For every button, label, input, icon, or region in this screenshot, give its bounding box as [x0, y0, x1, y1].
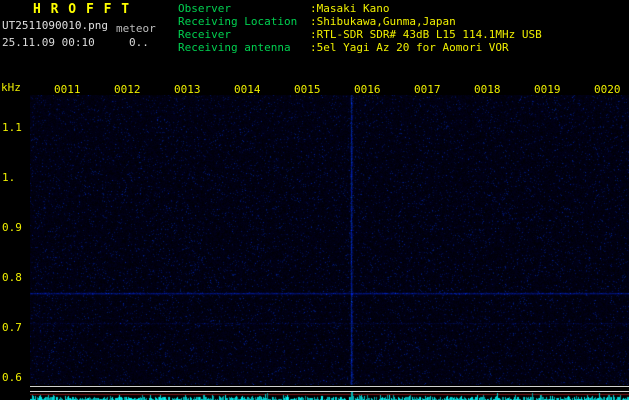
app-title: H R O F F T [33, 2, 131, 17]
y-tick-label: 0.9 [2, 221, 22, 234]
mode-label: meteor [116, 22, 156, 35]
signal-level-canvas [30, 392, 629, 400]
x-tick-label: 0017 [414, 83, 441, 96]
x-tick-label: 0011 [54, 83, 81, 96]
metadata-field-label: Receiver [178, 28, 231, 41]
metadata-row: Receiving antenna :5el Yagi Az 20 for Aom… [178, 42, 542, 55]
hrofft-window: H R O F F T UT2511090010.png meteor 25.1… [0, 0, 629, 400]
y-tick-label: 0.6 [2, 371, 22, 384]
x-tick-label: 0013 [174, 83, 201, 96]
x-tick-label: 0020 [594, 83, 621, 96]
x-tick-label: 0018 [474, 83, 501, 96]
header-extra-value: 0.. [129, 36, 149, 49]
metadata-field-label: Observer [178, 2, 231, 15]
metadata-field-label: Receiving antenna [178, 41, 291, 54]
y-tick-label: 1.1 [2, 121, 22, 134]
metadata-field-value: :Shibukawa,Gunma,Japan [310, 15, 456, 28]
x-tick-label: 0014 [234, 83, 261, 96]
spectrogram-canvas [30, 95, 629, 385]
output-filename: UT2511090010.png [2, 19, 108, 32]
x-tick-label: 0015 [294, 83, 321, 96]
y-tick-label: 0.7 [2, 321, 22, 334]
y-tick-label: 1. [2, 171, 16, 184]
metadata-table: Observer :Masaki Kano Receiving Location :S… [178, 3, 542, 55]
x-tick-label: 0019 [534, 83, 561, 96]
level-strip-top-border [30, 386, 629, 387]
y-tick-label: 0.8 [2, 271, 22, 284]
metadata-field-value: :RTL-SDR SDR# 43dB L15 114.1MHz USB [310, 28, 542, 41]
y-axis-unit-label: kHz [1, 81, 21, 94]
metadata-field-label: Receiving Location [178, 15, 298, 28]
metadata-field-value: :5el Yagi Az 20 for Aomori VOR [310, 41, 509, 54]
observation-datetime: 25.11.09 00:10 [2, 36, 95, 49]
metadata-field-value: :Masaki Kano [310, 2, 390, 15]
x-tick-label: 0016 [354, 83, 381, 96]
x-tick-label: 0012 [114, 83, 141, 96]
